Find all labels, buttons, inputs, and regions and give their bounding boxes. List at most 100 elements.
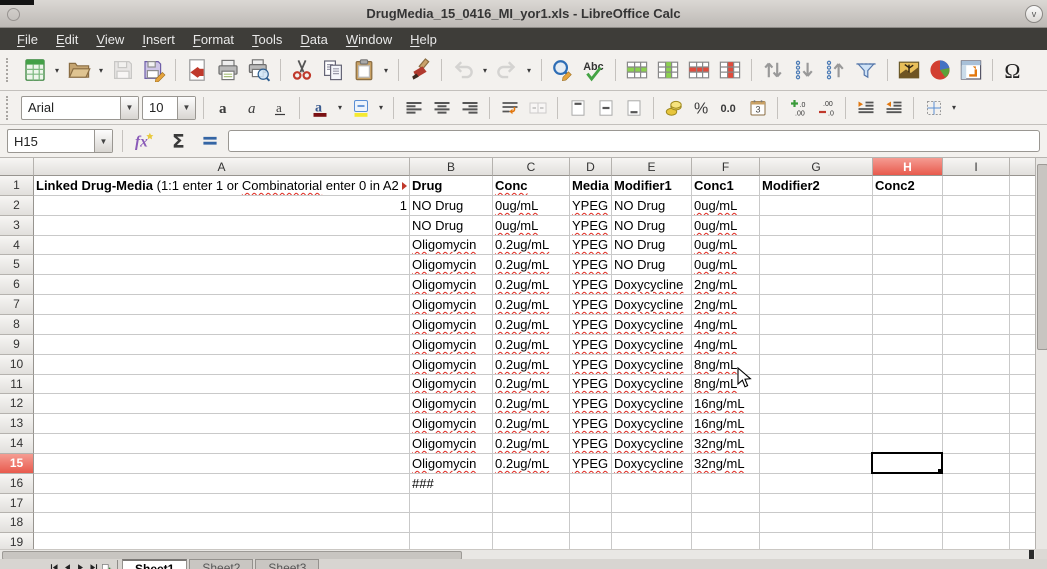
dropdown-arrow-icon[interactable]: ▾ <box>376 95 386 121</box>
cell-D9[interactable]: YPEG <box>570 335 611 354</box>
cell-F12[interactable]: 16ng/mL <box>692 394 759 413</box>
dropdown-arrow-icon[interactable]: ▾ <box>949 95 959 121</box>
cell-D5[interactable]: YPEG <box>570 255 611 274</box>
cell-C13[interactable]: 0.2ug/mL <box>493 414 569 433</box>
row-header-3[interactable]: 3 <box>0 216 34 236</box>
column-header-D[interactable]: D <box>570 158 612 176</box>
sort-icon[interactable] <box>759 56 787 84</box>
pivot-table-icon[interactable] <box>957 56 985 84</box>
name-box[interactable]: H15 ▼ <box>7 129 113 153</box>
bold-icon[interactable]: a <box>211 96 236 120</box>
vertical-scrollbar-thumb[interactable] <box>1037 164 1047 350</box>
cell-F6[interactable]: 2ng/mL <box>692 275 759 294</box>
toolbar-grip[interactable] <box>6 58 13 82</box>
export-pdf-icon[interactable] <box>183 56 211 84</box>
cell-D6[interactable]: YPEG <box>570 275 611 294</box>
italic-icon[interactable]: a <box>239 96 264 120</box>
grid-corner-box[interactable] <box>0 158 34 176</box>
currency-format-icon[interactable] <box>661 96 686 120</box>
fill-handle[interactable] <box>938 469 943 474</box>
insert-rows-icon[interactable] <box>623 56 651 84</box>
cell-B15[interactable]: Oligomycin <box>410 454 492 473</box>
cell-D1[interactable]: Media <box>570 176 611 195</box>
cell-B2[interactable]: NO Drug <box>410 196 492 215</box>
nav-last-icon[interactable] <box>87 560 100 569</box>
undo-icon[interactable] <box>449 56 477 84</box>
delete-rows-icon[interactable] <box>685 56 713 84</box>
row-header-2[interactable]: 2 <box>0 196 34 216</box>
cell-B14[interactable]: Oligomycin <box>410 434 492 453</box>
cell-H1[interactable]: Conc2 <box>873 176 942 195</box>
cell-C11[interactable]: 0.2ug/mL <box>493 375 569 393</box>
cell-B11[interactable]: Oligomycin <box>410 375 492 393</box>
cell-F7[interactable]: 2ng/mL <box>692 295 759 314</box>
cell-E12[interactable]: Doxycycline <box>612 394 691 413</box>
cell-B5[interactable]: Oligomycin <box>410 255 492 274</box>
cell-E15[interactable]: Doxycycline <box>612 454 691 473</box>
cell-D10[interactable]: YPEG <box>570 355 611 374</box>
align-bottom-icon[interactable] <box>621 96 646 120</box>
cell-B12[interactable]: Oligomycin <box>410 394 492 413</box>
cell-D11[interactable]: YPEG <box>570 375 611 393</box>
cell-A1[interactable]: Linked Drug-Media (1:1 enter 1 or Combin… <box>34 176 409 195</box>
cell-C7[interactable]: 0.2ug/mL <box>493 295 569 314</box>
cell-D4[interactable]: YPEG <box>570 236 611 254</box>
cell-C12[interactable]: 0.2ug/mL <box>493 394 569 413</box>
cell-D8[interactable]: YPEG <box>570 315 611 334</box>
cell-C10[interactable]: 0.2ug/mL <box>493 355 569 374</box>
cell-B8[interactable]: Oligomycin <box>410 315 492 334</box>
autofilter-icon[interactable] <box>852 56 880 84</box>
center-vertically-icon[interactable] <box>593 96 618 120</box>
cell-B3[interactable]: NO Drug <box>410 216 492 235</box>
paste-icon[interactable] <box>350 56 378 84</box>
cell-E6[interactable]: Doxycycline <box>612 275 691 294</box>
menu-format[interactable]: Format <box>184 30 243 49</box>
add-decimal-icon[interactable]: .0.00 <box>785 96 810 120</box>
menu-view[interactable]: View <box>87 30 133 49</box>
cell-F1[interactable]: Conc1 <box>692 176 759 195</box>
print-preview-icon[interactable] <box>245 56 273 84</box>
row-header-1[interactable]: 1 <box>0 176 34 196</box>
row-header-12[interactable]: 12 <box>0 394 34 414</box>
cell-C5[interactable]: 0.2ug/mL <box>493 255 569 274</box>
cell-B4[interactable]: Oligomycin <box>410 236 492 254</box>
row-header-19[interactable]: 19 <box>0 533 34 549</box>
cell-F4[interactable]: 0ug/mL <box>692 236 759 254</box>
delete-decimal-icon[interactable]: .00.0 <box>813 96 838 120</box>
row-header-16[interactable]: 16 <box>0 474 34 494</box>
wrap-text-icon[interactable] <box>497 96 522 120</box>
cell-C4[interactable]: 0.2ug/mL <box>493 236 569 254</box>
cut-icon[interactable] <box>288 56 316 84</box>
row-header-10[interactable]: 10 <box>0 355 34 375</box>
cell-F9[interactable]: 4ng/mL <box>692 335 759 354</box>
cell-F15[interactable]: 32ng/mL <box>692 454 759 473</box>
number-format-icon[interactable]: 0.0 <box>717 96 742 120</box>
dropdown-arrow-icon[interactable]: ▾ <box>335 95 345 121</box>
save-icon[interactable] <box>109 56 137 84</box>
row-header-5[interactable]: 5 <box>0 255 34 275</box>
toolbar-grip[interactable] <box>6 96 13 120</box>
cell-C8[interactable]: 0.2ug/mL <box>493 315 569 334</box>
cell-E8[interactable]: Doxycycline <box>612 315 691 334</box>
cell-D7[interactable]: YPEG <box>570 295 611 314</box>
cell-A2[interactable]: 1 <box>34 196 409 215</box>
column-header-J[interactable]: J <box>1010 158 1035 176</box>
cell-B7[interactable]: Oligomycin <box>410 295 492 314</box>
cell-D2[interactable]: YPEG <box>570 196 611 215</box>
horizontal-scrollbar[interactable] <box>0 549 1035 559</box>
find-replace-icon[interactable] <box>549 56 577 84</box>
column-header-H[interactable]: H <box>873 158 943 176</box>
column-header-A[interactable]: A <box>34 158 410 176</box>
font-size-dropdown-icon[interactable]: ▼ <box>177 97 195 119</box>
menu-file[interactable]: File <box>8 30 47 49</box>
cell-F2[interactable]: 0ug/mL <box>692 196 759 215</box>
cell-B9[interactable]: Oligomycin <box>410 335 492 354</box>
nav-first-icon[interactable] <box>48 560 61 569</box>
copy-icon[interactable] <box>319 56 347 84</box>
cell-C6[interactable]: 0.2ug/mL <box>493 275 569 294</box>
column-header-I[interactable]: I <box>943 158 1010 176</box>
open-icon[interactable] <box>65 56 93 84</box>
insert-columns-icon[interactable] <box>654 56 682 84</box>
vertical-scrollbar[interactable] <box>1035 158 1047 549</box>
dropdown-arrow-icon[interactable]: ▾ <box>381 57 391 83</box>
